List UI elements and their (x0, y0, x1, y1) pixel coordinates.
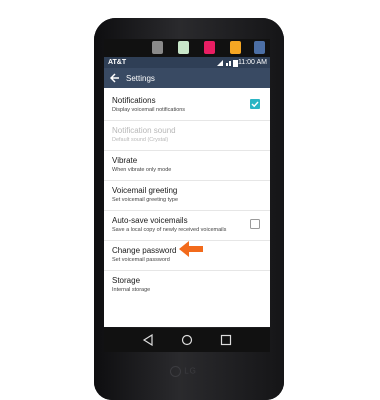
checkbox-checked-icon[interactable] (250, 99, 260, 109)
setting-title: Auto-save voicemails (112, 216, 188, 225)
setting-voicemail-greeting[interactable]: Voicemail greeting Set voicemail greetin… (104, 181, 270, 211)
second-screen-bar (104, 39, 270, 58)
setting-title: Storage (112, 276, 141, 285)
app-bar: Settings (104, 68, 270, 88)
setting-title: Vibrate (112, 156, 138, 165)
messages-shortcut-icon[interactable] (230, 41, 241, 54)
setting-title: Voicemail greeting (112, 186, 178, 195)
setting-subtitle: Default sound (Crystal) (112, 137, 169, 143)
arrow-left-icon[interactable] (110, 73, 120, 83)
page-title: Settings (126, 74, 155, 83)
signal-icons (217, 60, 238, 67)
setting-storage[interactable]: Storage Internal storage (104, 271, 270, 300)
setting-title: Change password (112, 246, 177, 255)
clock: 11:00 AM (237, 59, 267, 66)
setting-subtitle: Display voicemail notifications (112, 107, 186, 113)
setting-subtitle: Internal storage (112, 287, 151, 293)
setting-notification-sound: Notification sound Default sound (Crysta… (104, 121, 270, 151)
app-shortcut-icon[interactable] (152, 41, 163, 54)
carrier-label: AT&T (108, 59, 127, 66)
recents-nav-icon[interactable] (220, 334, 232, 346)
brand-logo: LG (170, 366, 197, 377)
contacts-shortcut-icon[interactable] (178, 41, 189, 54)
back-nav-icon[interactable] (142, 334, 154, 346)
setting-subtitle: Set voicemail password (112, 257, 170, 263)
settings-list: Notifications Display voicemail notifica… (104, 91, 270, 300)
setting-subtitle: Save a local copy of newly received voic… (112, 227, 227, 233)
setting-notifications[interactable]: Notifications Display voicemail notifica… (104, 91, 270, 121)
orange-arrow-icon (179, 241, 203, 257)
setting-title: Notification sound (112, 126, 176, 135)
navigation-bar (104, 328, 270, 352)
phone-shortcut-icon[interactable] (254, 41, 265, 54)
setting-title: Notifications (112, 96, 156, 105)
setting-subtitle: When vibrate only mode (112, 167, 172, 173)
gallery-shortcut-icon[interactable] (204, 41, 215, 54)
setting-vibrate[interactable]: Vibrate When vibrate only mode (104, 151, 270, 181)
checkbox-unchecked-icon[interactable] (250, 219, 260, 229)
setting-subtitle: Set voicemail greeting type (112, 197, 179, 203)
setting-auto-save-voicemails[interactable]: Auto-save voicemails Save a local copy o… (104, 211, 270, 241)
home-nav-icon[interactable] (181, 334, 193, 346)
